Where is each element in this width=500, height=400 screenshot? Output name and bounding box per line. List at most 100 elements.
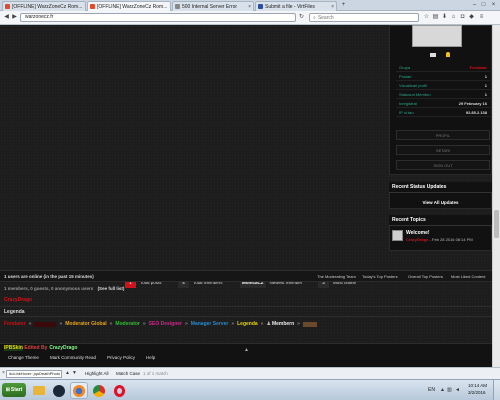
tab-label: [OFFLINE] WarzZoneCz Rom... — [97, 3, 168, 10]
avatar[interactable] — [412, 25, 462, 47]
new-tab-icon[interactable]: + — [339, 1, 348, 9]
maximize-icon[interactable]: □ — [479, 1, 488, 9]
footer-links: Change Theme Mark Community Read Privacy… — [8, 355, 155, 360]
tab-bar: [OFFLINE] WarzZoneCz Rom... × [OFFLINE] … — [0, 0, 500, 11]
network-icon[interactable]: ▥ — [447, 387, 452, 393]
find-previous-icon[interactable]: ▲ — [65, 370, 70, 376]
close-tab-icon[interactable]: × — [169, 4, 170, 10]
privacy-policy-link[interactable]: Privacy Policy — [107, 355, 135, 360]
explorer-icon[interactable] — [30, 382, 48, 399]
row-value: Fondator — [469, 64, 487, 70]
tab-label: 500 Internal Server Error — [182, 3, 238, 10]
topic-avatar[interactable] — [392, 230, 403, 241]
browser-tab-1[interactable]: [OFFLINE] WarzZoneCz Rom... × — [2, 1, 86, 11]
page-icon — [175, 4, 180, 9]
online-user-link[interactable]: CrazyDrago — [4, 297, 32, 303]
most-liked-content-link[interactable]: Most Liked Content — [451, 274, 485, 279]
row-key: Vizualizari profil — [399, 82, 427, 88]
clock-date[interactable]: 3/2/2016 — [468, 390, 486, 395]
view-all-updates-link[interactable]: View All Updates — [389, 198, 492, 208]
download-icon[interactable]: ⬇ — [441, 14, 448, 21]
find-next-icon[interactable]: ▼ — [72, 370, 77, 376]
opera-icon[interactable] — [110, 382, 128, 399]
browser-tab-4[interactable]: Submit a file - VirtFiles × — [255, 1, 337, 11]
minimize-icon[interactable]: – — [470, 1, 479, 9]
find-bar: × doLinkHover: jquDeathPhoto ▲ ▼ Highlig… — [0, 367, 500, 379]
profile-row-ip: IP ul tau 92.85.2.138 — [396, 108, 490, 117]
site-favicon-icon — [90, 4, 95, 9]
taskbar: ⊞ Start EN ▲ ▥ ◄ 10:14 AM 3/2/2016 — [0, 379, 500, 400]
help-link[interactable]: Help — [146, 355, 155, 360]
back-icon[interactable]: ◀ — [3, 14, 10, 21]
bookmarks-list-icon[interactable]: ▤ — [432, 14, 439, 21]
windows-logo-icon: ⊞ — [5, 387, 10, 393]
show-desktop-button[interactable] — [493, 380, 500, 400]
home-icon[interactable]: ⌂ — [450, 14, 457, 21]
close-tab-icon[interactable]: × — [84, 4, 85, 10]
legend-manager-server: Manager Server — [190, 321, 229, 327]
clock-time[interactable]: 10:14 AM — [468, 383, 487, 388]
topic-meta: CrazyDrago - Feb 28 2016 08:14 PM — [406, 237, 473, 242]
tab-label: [OFFLINE] WarzZoneCz Rom... — [12, 3, 83, 10]
pocket-icon[interactable]: ◘ — [459, 14, 466, 21]
profile-row-views: Vizualizari profil 1 — [396, 81, 490, 90]
profile-button[interactable]: PROFIL — [396, 130, 490, 140]
browser-tab-3[interactable]: 500 Internal Server Error × — [172, 1, 254, 11]
profile-row-status: Statusuri Membru 1 — [396, 90, 490, 99]
group-legend: Fondator» » Moderator Global» Moderator»… — [4, 321, 317, 327]
find-input[interactable]: doLinkHover: jquDeathPhoto — [6, 370, 62, 378]
row-value: 1 — [484, 91, 487, 97]
browser-tab-2[interactable]: [OFFLINE] WarzZoneCz Rom... × — [87, 1, 171, 11]
reload-icon[interactable]: ↻ — [298, 14, 305, 21]
forward-icon[interactable]: ▶ — [11, 14, 18, 21]
start-button[interactable]: ⊞ Start — [2, 383, 26, 397]
tray-arrow-icon[interactable]: ▲ — [440, 387, 445, 393]
mail-icon[interactable] — [430, 53, 436, 57]
menu-icon[interactable]: ≡ — [478, 14, 485, 21]
settings-button[interactable]: SETARI — [396, 145, 490, 155]
ipbskin-link[interactable]: IPBSkin — [4, 345, 23, 351]
profile-row-registered: Inregistrat 29 February 16 — [396, 99, 490, 108]
language-indicator[interactable]: EN — [428, 387, 435, 393]
volume-icon[interactable]: ◄ — [455, 387, 460, 393]
search-input[interactable]: ⌕ Search — [309, 13, 419, 22]
moderating-team-link[interactable]: The Moderating Team — [317, 274, 356, 279]
close-tab-icon[interactable]: × — [331, 4, 334, 10]
member-person-icon: ♟ — [266, 321, 271, 327]
addon-icon[interactable]: ◆ — [468, 14, 475, 21]
status-updates-title: Recent Status Updates — [389, 182, 492, 193]
online-header: 1 users are online (in the past 15 minut… — [4, 274, 94, 279]
mark-community-read-link[interactable]: Mark Community Read — [50, 355, 96, 360]
change-theme-link[interactable]: Change Theme — [8, 355, 39, 360]
legend-separator: » — [28, 321, 32, 327]
see-full-list-link[interactable]: (See full list) — [98, 286, 125, 291]
legend-separator: » — [59, 321, 63, 327]
close-window-icon[interactable]: × — [489, 1, 498, 9]
notification-bell-icon[interactable] — [446, 52, 450, 57]
sign-out-button[interactable]: SIGN OUT — [396, 160, 490, 170]
overall-top-posters-link[interactable]: Overall Top Posters — [408, 274, 443, 279]
close-tab-icon[interactable]: × — [248, 4, 251, 10]
topic-title-link[interactable]: Welcome! — [406, 230, 430, 236]
match-count: 1 of 1 match — [143, 371, 168, 376]
page-scrollbar[interactable] — [492, 25, 500, 367]
legend-separator: » — [142, 321, 146, 327]
bookmark-star-icon[interactable]: ☆ — [423, 14, 430, 21]
row-value: 1 — [484, 73, 487, 79]
topic-author-link[interactable]: CrazyDrago — [406, 237, 428, 242]
todays-top-posters-link[interactable]: Today's Top Posters — [362, 274, 398, 279]
scrollbar-thumb[interactable] — [494, 210, 499, 238]
match-case-toggle[interactable]: Match Case — [116, 371, 140, 376]
firefox-icon[interactable] — [70, 382, 88, 399]
legend-separator: » — [231, 321, 235, 327]
online-counts: 1 members, 0 guests, 0 anonymous users — [4, 286, 94, 291]
highlight-all-toggle[interactable]: Highlight All — [85, 371, 109, 376]
site-favicon-icon — [5, 4, 10, 9]
row-value: 92.85.2.138 — [465, 109, 487, 115]
chrome-icon[interactable] — [90, 382, 108, 399]
steam-icon[interactable] — [50, 382, 68, 399]
back-to-top-icon[interactable]: ▲ — [244, 347, 249, 353]
close-find-icon[interactable]: × — [2, 370, 5, 376]
profile-row-posts: Postari 1 — [396, 72, 490, 81]
address-bar[interactable]: warzonecz.fr — [20, 13, 296, 22]
